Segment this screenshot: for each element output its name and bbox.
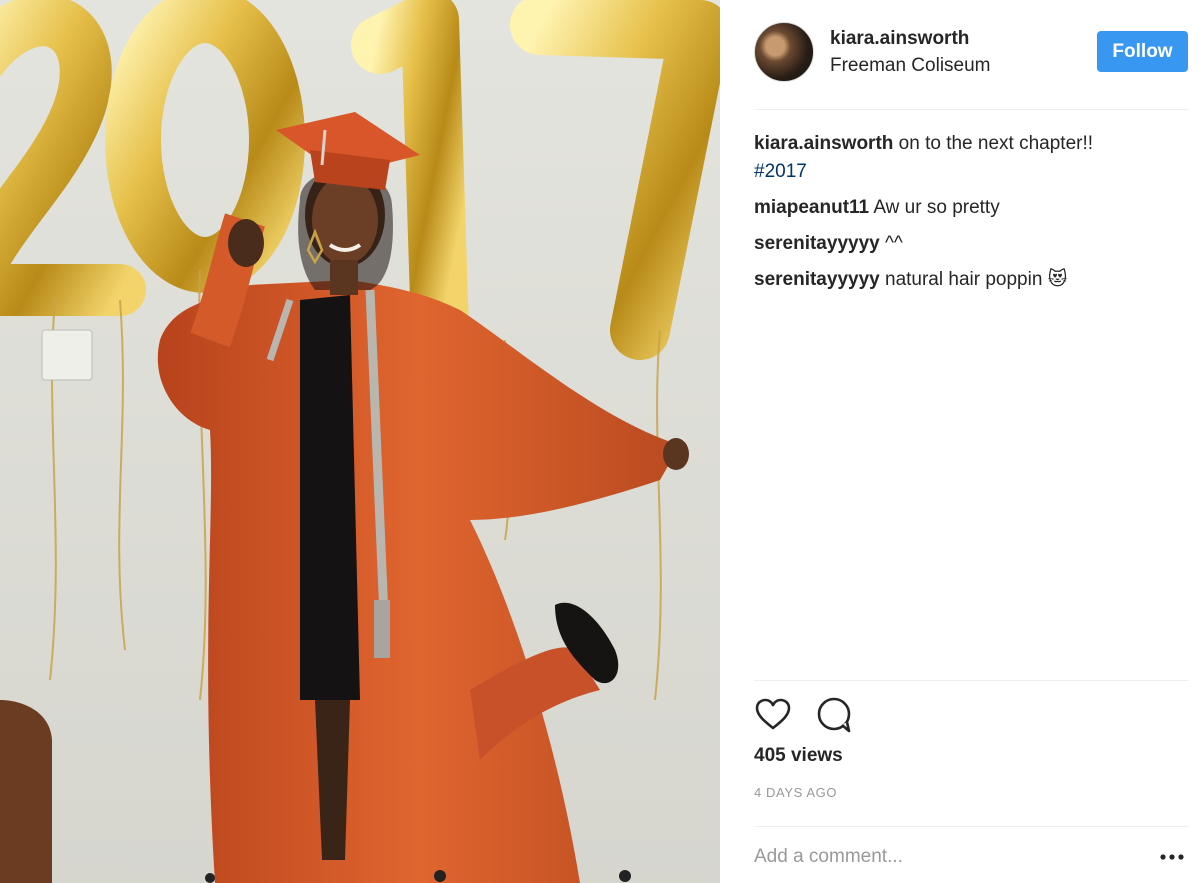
list-item: serenitayyyyy ^^ [754, 230, 1184, 258]
avatar[interactable] [754, 22, 814, 82]
wall-outlet [41, 329, 93, 381]
heart-icon[interactable] [754, 696, 792, 734]
comment-username[interactable]: kiara.ainsworth [754, 133, 893, 154]
post-timestamp[interactable]: 4 DAYS AGO [754, 785, 837, 800]
comment-username[interactable]: serenitayyyyy [754, 269, 880, 290]
comment-text: Aw ur so pretty [873, 197, 1000, 218]
add-comment-section [754, 826, 1188, 883]
list-item: miapeanut11 Aw ur so pretty [754, 194, 1184, 222]
post-photo[interactable] [0, 0, 720, 883]
header-location[interactable]: Freeman Coliseum [830, 55, 991, 77]
comment-username[interactable]: miapeanut11 [754, 197, 869, 218]
comments-list: kiara.ainsworth on to the next chapter!!… [754, 130, 1184, 302]
add-comment-input[interactable] [754, 843, 1134, 871]
comment-username[interactable]: serenitayyyyy [754, 233, 880, 254]
more-options-icon[interactable] [1156, 841, 1188, 873]
follow-button[interactable]: Follow [1097, 31, 1188, 72]
post-header: kiara.ainsworth Freeman Coliseum Follow [754, 20, 1188, 110]
view-count[interactable]: 405 views [754, 745, 843, 767]
graduation-photo-illustration [0, 0, 720, 883]
caption: kiara.ainsworth on to the next chapter!!… [754, 130, 1184, 186]
comment-text: natural hair poppin 😻 [885, 269, 1068, 290]
comment-text: ^^ [885, 233, 903, 254]
comment-bubble-icon[interactable] [815, 696, 853, 734]
actions-divider [754, 680, 1188, 681]
header-username[interactable]: kiara.ainsworth [830, 28, 969, 50]
hashtag-link[interactable]: #2017 [754, 161, 807, 182]
comment-text: on to the next chapter!! [898, 133, 1094, 154]
list-item: serenitayyyyy natural hair poppin 😻 [754, 266, 1184, 294]
post-details-panel: kiara.ainsworth Freeman Coliseum Follow … [720, 0, 1200, 883]
